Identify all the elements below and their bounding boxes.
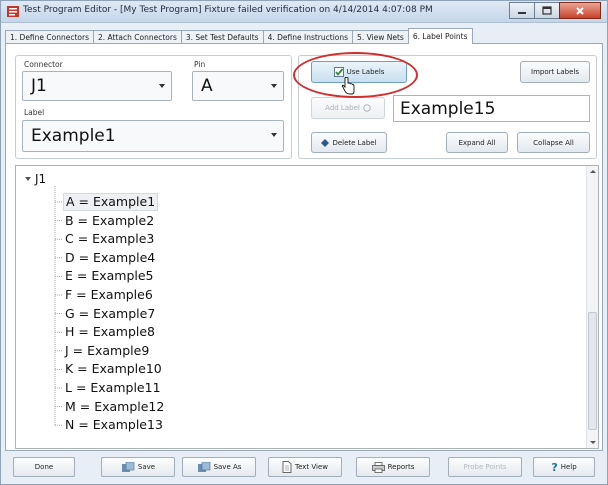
printer-icon bbox=[371, 461, 385, 473]
save-as-button[interactable]: Save As bbox=[182, 457, 256, 477]
tree-root-label: J1 bbox=[35, 172, 47, 186]
scroll-thumb[interactable] bbox=[588, 312, 597, 430]
app-icon bbox=[7, 6, 19, 17]
reports-button[interactable]: Reports bbox=[356, 457, 430, 477]
tree-item[interactable]: D = Example4 bbox=[63, 249, 157, 267]
save-as-label: Save As bbox=[213, 463, 242, 471]
tree-item[interactable]: H = Example8 bbox=[63, 323, 157, 341]
save-label: Save bbox=[137, 463, 156, 471]
text-view-button[interactable]: Text View bbox=[268, 457, 342, 477]
minimize-button[interactable] bbox=[509, 2, 535, 19]
label-field-label: Label bbox=[24, 108, 45, 117]
tree-item[interactable]: A = Example1 bbox=[63, 193, 159, 211]
tab-view-nets[interactable]: 5. View Nets bbox=[352, 30, 409, 44]
scroll-down-icon[interactable] bbox=[590, 441, 596, 444]
tree-item[interactable]: B = Example2 bbox=[63, 212, 156, 230]
connector-select[interactable]: J1 bbox=[22, 71, 172, 101]
tab-set-test-defaults[interactable]: 3. Set Test Defaults bbox=[180, 30, 264, 44]
import-labels-button[interactable]: Import Labels bbox=[520, 61, 590, 83]
add-label-button[interactable]: Add Label bbox=[311, 97, 385, 119]
tree-item[interactable]: F = Example6 bbox=[63, 286, 155, 304]
save-button[interactable]: Save bbox=[101, 457, 175, 477]
label-select[interactable]: Example1 bbox=[22, 120, 284, 152]
title-bar: Test Program Editor - [My Test Program] … bbox=[1, 1, 607, 23]
label-value: Example1 bbox=[31, 126, 116, 146]
help-label: Help bbox=[560, 463, 577, 471]
window-controls bbox=[509, 2, 601, 20]
expand-all-button[interactable]: Expand All bbox=[446, 132, 508, 153]
chevron-down-icon bbox=[271, 84, 277, 88]
label-tree[interactable]: J1 A = Example1 B = Example2 C = Example3 D… bbox=[15, 165, 599, 449]
text-view-label: Text View bbox=[295, 463, 328, 471]
tree-item[interactable]: C = Example3 bbox=[63, 230, 156, 248]
tree-item[interactable]: K = Example10 bbox=[63, 360, 164, 378]
highlight-annotation bbox=[293, 52, 418, 98]
help-icon: ? bbox=[551, 460, 558, 474]
new-label-input[interactable]: Example15 bbox=[393, 95, 590, 122]
probe-points-label: Probe Points bbox=[463, 463, 507, 471]
tab-define-instructions[interactable]: 4. Define Instructions bbox=[262, 30, 354, 44]
vertical-scrollbar[interactable] bbox=[586, 166, 598, 448]
selection-group: Connector J1 Pin A Label Example1 bbox=[15, 55, 292, 159]
add-icon bbox=[363, 104, 371, 112]
tab-attach-connectors[interactable]: 2. Attach Connectors bbox=[93, 30, 182, 44]
tab-label-points[interactable]: 6. Label Points bbox=[407, 28, 473, 44]
delete-icon bbox=[321, 138, 330, 147]
delete-label-label: Delete Label bbox=[332, 138, 377, 147]
delete-label-button[interactable]: Delete Label bbox=[311, 132, 387, 153]
tree-item[interactable]: J = Example9 bbox=[63, 342, 151, 360]
expand-toggle-icon[interactable] bbox=[23, 174, 33, 184]
app-window: Test Program Editor - [My Test Program] … bbox=[0, 0, 608, 485]
tab-define-connectors[interactable]: 1. Define Connectors bbox=[5, 30, 94, 44]
chevron-down-icon bbox=[271, 133, 277, 137]
pin-label: Pin bbox=[194, 60, 206, 69]
tree-item[interactable]: M = Example12 bbox=[63, 398, 166, 416]
connector-label: Connector bbox=[24, 60, 63, 69]
save-as-icon bbox=[197, 461, 210, 472]
bottom-toolbar: Done Save Save As Text View Reports Prob… bbox=[5, 453, 603, 481]
maximize-icon bbox=[542, 6, 552, 15]
reports-label: Reports bbox=[387, 463, 415, 471]
pin-select[interactable]: A bbox=[192, 71, 284, 101]
done-button[interactable]: Done bbox=[13, 457, 75, 477]
chevron-down-icon bbox=[159, 84, 165, 88]
save-icon bbox=[121, 461, 135, 472]
collapse-all-button[interactable]: Collapse All bbox=[517, 132, 590, 153]
tab-strip: 1. Define Connectors 2. Attach Connector… bbox=[5, 28, 473, 44]
pin-value: A bbox=[201, 76, 213, 96]
scroll-up-icon[interactable] bbox=[590, 170, 596, 173]
window-title: Test Program Editor - [My Test Program] … bbox=[23, 5, 433, 15]
tree-item[interactable]: G = Example7 bbox=[63, 305, 157, 323]
add-label-label: Add Label bbox=[325, 104, 360, 112]
tree-item[interactable]: E = Example5 bbox=[63, 267, 156, 285]
probe-points-button[interactable]: Probe Points bbox=[448, 457, 522, 477]
minimize-icon bbox=[518, 11, 526, 14]
new-label-value: Example15 bbox=[400, 99, 496, 119]
maximize-button[interactable] bbox=[534, 2, 560, 19]
close-icon bbox=[576, 6, 584, 15]
document-icon bbox=[282, 461, 292, 473]
help-button[interactable]: ? Help bbox=[533, 457, 595, 477]
tree-item[interactable]: L = Example11 bbox=[63, 379, 163, 397]
tree-root-node[interactable]: J1 bbox=[23, 172, 46, 186]
connector-value: J1 bbox=[31, 76, 47, 96]
tree-item[interactable]: N = Example13 bbox=[63, 416, 165, 434]
close-button[interactable] bbox=[559, 2, 601, 19]
done-label: Done bbox=[34, 463, 54, 471]
